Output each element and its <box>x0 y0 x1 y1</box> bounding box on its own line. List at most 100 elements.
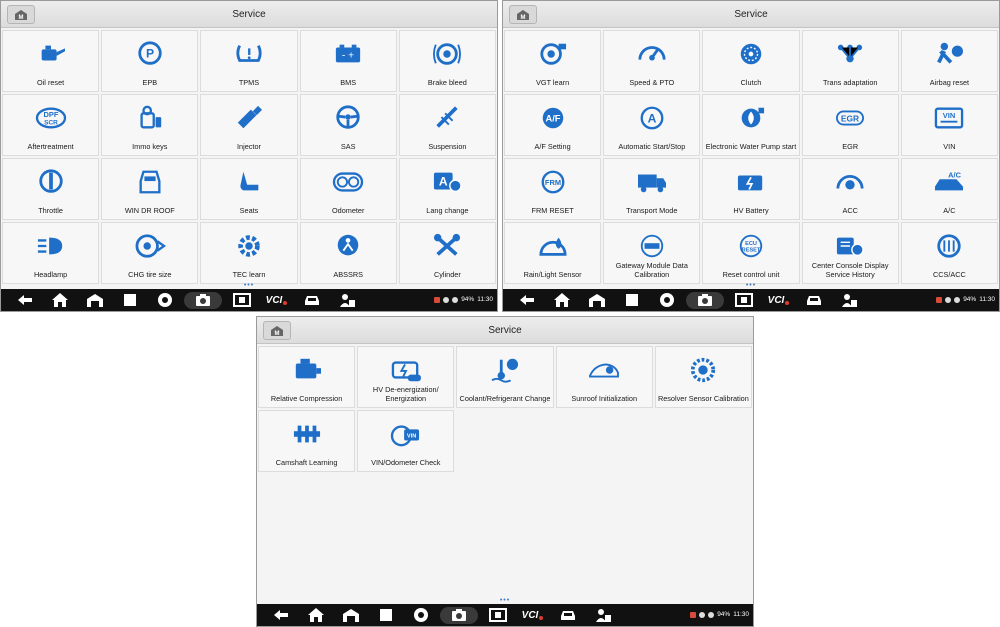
tile-brake-disc[interactable]: Brake bleed <box>398 30 496 92</box>
tile-hv-on-off[interactable]: HV De-energization/ Energization <box>357 346 455 408</box>
tile-hv-battery[interactable]: HV Battery <box>702 158 800 220</box>
tile-battery[interactable]: - + BMS <box>299 30 397 92</box>
tile-coolant[interactable]: Coolant/Refrigerant Change <box>456 346 554 408</box>
browser-button[interactable] <box>147 289 182 311</box>
home-tab[interactable]: M <box>7 5 35 24</box>
tile-clutch[interactable]: Clutch <box>702 30 800 92</box>
screenshot-button[interactable] <box>480 604 515 626</box>
tile-suspension[interactable]: Suspension <box>398 94 496 156</box>
garage-button[interactable] <box>77 289 112 311</box>
tile-tire-pressure[interactable]: TPMS <box>200 30 298 92</box>
tile-steering-wheel[interactable]: SAS <box>299 94 397 156</box>
piston-icon <box>429 232 465 260</box>
screenshot-icon <box>488 606 508 624</box>
tile-label: Electronic Water Pump start <box>705 141 797 151</box>
browser-button[interactable] <box>649 289 684 311</box>
recent-apps-button[interactable] <box>614 289 649 311</box>
tile-console-history[interactable]: Center Console Display Service History <box>801 222 899 284</box>
tile-resolver-sensor[interactable]: Resolver Sensor Calibration <box>654 346 752 408</box>
tile-frm-reset[interactable]: FRM FRM RESET <box>504 158 602 220</box>
vci-button[interactable]: VCI <box>515 604 550 626</box>
camera-button[interactable] <box>686 291 724 309</box>
tile-camshaft[interactable]: Camshaft Learning <box>258 410 356 472</box>
home-button[interactable] <box>544 289 579 311</box>
tile-language[interactable]: A Lang change <box>398 158 496 220</box>
tile-throttle[interactable]: Throttle <box>2 158 100 220</box>
tile-acc[interactable]: ACC <box>801 158 899 220</box>
svg-text:FRM: FRM <box>545 178 561 187</box>
tile-abs-srs[interactable]: ABSSRS <box>299 222 397 284</box>
garage-button[interactable] <box>579 289 614 311</box>
tile-oil-can[interactable]: Oil reset <box>2 30 100 92</box>
tile-water-pump[interactable]: Electronic Water Pump start <box>702 94 800 156</box>
camera-button[interactable] <box>440 606 478 624</box>
technician-icon <box>593 606 613 624</box>
tile-odometer[interactable]: Odometer <box>299 158 397 220</box>
technician-button[interactable] <box>585 604 620 626</box>
home-icon <box>306 606 326 624</box>
tile-tire-size[interactable]: CHG tire size <box>101 222 199 284</box>
screenshot-button[interactable] <box>726 289 761 311</box>
tile-speedometer[interactable]: Speed & PTO <box>603 30 701 92</box>
tile-vin-odometer[interactable]: VIN VIN/Odometer Check <box>357 410 455 472</box>
tile-truck[interactable]: Transport Mode <box>603 158 701 220</box>
tile-airbag[interactable]: Airbag reset <box>900 30 998 92</box>
home-tab[interactable]: M <box>263 321 291 340</box>
back-button[interactable] <box>263 604 298 626</box>
tile-car-top[interactable]: WIN DR ROOF <box>101 158 199 220</box>
tile-rain-light-sensor[interactable]: Rain/Light Sensor <box>504 222 602 284</box>
turbo-icon <box>535 40 571 68</box>
tile-transmission[interactable]: Trans adaptation <box>801 30 899 92</box>
tile-engine-compression[interactable]: Relative Compression <box>258 346 356 408</box>
wifi-icon <box>708 612 715 618</box>
tile-injector[interactable]: Injector <box>200 94 298 156</box>
tile-gear-learn[interactable]: TEC learn <box>200 222 298 284</box>
tile-ccs-acc[interactable]: CCS/ACC <box>900 222 998 284</box>
tile-air-conditioning[interactable]: A/C A/C <box>900 158 998 220</box>
garage-button[interactable] <box>333 604 368 626</box>
car-icon <box>302 291 322 309</box>
tile-af-setting[interactable]: A/F A/F Setting <box>504 94 602 156</box>
screenshot-button[interactable] <box>224 289 259 311</box>
injector-icon <box>231 104 267 132</box>
tile-turbo[interactable]: VGT learn <box>504 30 602 92</box>
recent-apps-button[interactable] <box>368 604 403 626</box>
tile-headlamp[interactable]: Headlamp <box>2 222 100 284</box>
tile-auto-start-stop[interactable]: A Automatic Start/Stop <box>603 94 701 156</box>
tile-key-immobilizer[interactable]: Immo keys <box>101 94 199 156</box>
home-tab[interactable]: M <box>509 5 537 24</box>
car-button[interactable] <box>796 289 831 311</box>
vci-button[interactable]: VCI <box>259 289 294 311</box>
home-button[interactable] <box>298 604 333 626</box>
tile-egr[interactable]: EGR EGR <box>801 94 899 156</box>
tile-seat[interactable]: Seats <box>200 158 298 220</box>
browser-button[interactable] <box>403 604 438 626</box>
tile-label: Airbag reset <box>929 77 970 87</box>
tile-parking-brake[interactable]: P EPB <box>101 30 199 92</box>
oil-can-icon <box>33 40 69 68</box>
home-button[interactable] <box>42 289 77 311</box>
tile-ecu-reset[interactable]: ECU RESET Reset control unit <box>702 222 800 284</box>
back-button[interactable] <box>7 289 42 311</box>
svg-text:P: P <box>146 47 154 61</box>
tile-dpf-scr[interactable]: DPF SCR Aftertreatment <box>2 94 100 156</box>
recent-apps-button[interactable] <box>112 289 147 311</box>
tile-gateway-module[interactable]: Gateway Module Data Calibration <box>603 222 701 284</box>
camera-button[interactable] <box>184 291 222 309</box>
page-title: Service <box>232 9 266 20</box>
tile-sunroof-car[interactable]: Sunroof Initialization <box>555 346 653 408</box>
tile-label: WIN DR ROOF <box>124 205 175 215</box>
technician-button[interactable] <box>831 289 866 311</box>
notification-icon <box>434 297 441 303</box>
vci-button[interactable]: VCI <box>761 289 796 311</box>
car-button[interactable] <box>294 289 329 311</box>
technician-button[interactable] <box>329 289 364 311</box>
status-bar: 94% 11:30 <box>936 289 995 311</box>
back-icon <box>517 291 537 309</box>
back-button[interactable] <box>509 289 544 311</box>
svg-text:ECU: ECU <box>745 241 757 247</box>
tile-piston[interactable]: Cylinder <box>398 222 496 284</box>
tile-label: Suspension <box>428 141 467 151</box>
tile-vin[interactable]: VIN VIN <box>900 94 998 156</box>
car-button[interactable] <box>550 604 585 626</box>
